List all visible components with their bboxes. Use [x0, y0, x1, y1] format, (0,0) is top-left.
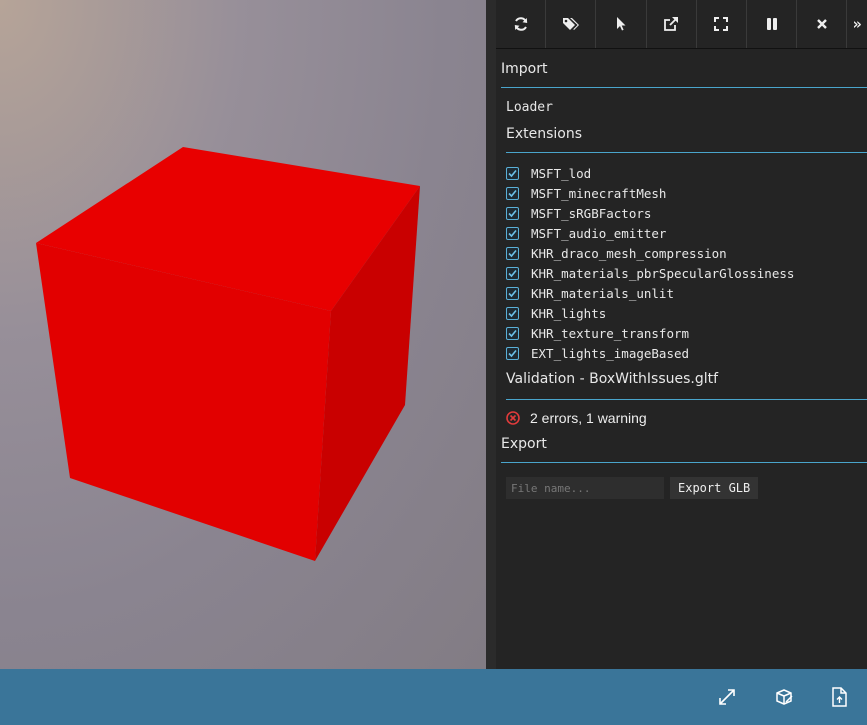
- checkbox[interactable]: [506, 346, 519, 360]
- extension-label: MSFT_lod: [531, 165, 592, 181]
- export-row: Export GLB: [506, 477, 867, 499]
- validation-title: Validation - BoxWithIssues.gltf: [506, 371, 867, 400]
- inspector-toggle-button[interactable]: [770, 683, 798, 711]
- import-section-title: Import: [501, 61, 867, 88]
- extension-label: MSFT_minecraftMesh: [531, 185, 667, 201]
- checkbox[interactable]: [506, 266, 519, 280]
- extension-label: EXT_lights_imageBased: [531, 345, 690, 361]
- extension-label: MSFT_audio_emitter: [531, 225, 667, 241]
- checkbox[interactable]: [506, 166, 519, 180]
- checkbox[interactable]: [506, 326, 519, 340]
- refresh-button[interactable]: [496, 0, 547, 48]
- pause-button[interactable]: [747, 0, 798, 48]
- extension-item[interactable]: KHR_lights: [506, 303, 867, 323]
- extension-label: KHR_texture_transform: [531, 325, 690, 341]
- checkbox[interactable]: [506, 226, 519, 240]
- pause-icon: [766, 18, 777, 30]
- check-icon: [508, 329, 517, 337]
- extension-label: MSFT_sRGBFactors: [531, 205, 652, 221]
- extension-item[interactable]: KHR_materials_pbrSpecularGlossiness: [506, 263, 867, 283]
- tags-icon: [562, 18, 579, 30]
- close-button[interactable]: [797, 0, 848, 48]
- extension-label: KHR_materials_unlit: [531, 285, 674, 301]
- extensions-list: MSFT_lod MSFT_minecraftMesh MSFT_sRGBFac…: [506, 163, 867, 363]
- extension-item[interactable]: MSFT_sRGBFactors: [506, 203, 867, 223]
- extension-item[interactable]: KHR_materials_unlit: [506, 283, 867, 303]
- panel-splitter[interactable]: [486, 0, 496, 669]
- extension-label: KHR_lights: [531, 305, 607, 321]
- extension-item[interactable]: KHR_draco_mesh_compression: [506, 243, 867, 263]
- extension-item[interactable]: MSFT_audio_emitter: [506, 223, 867, 243]
- bottom-toolbar: [0, 669, 867, 725]
- extension-item[interactable]: KHR_texture_transform: [506, 323, 867, 343]
- export-section-title: Export: [501, 436, 867, 463]
- inspector-icon: [776, 689, 793, 705]
- file-name-input[interactable]: [506, 477, 664, 499]
- checkbox[interactable]: [506, 186, 519, 200]
- external-link-icon: [664, 17, 679, 31]
- validation-status[interactable]: 2 errors, 1 warning: [506, 410, 867, 426]
- fullscreen-icon: [714, 17, 729, 31]
- more-button[interactable]: »: [847, 0, 867, 48]
- check-icon: [508, 349, 517, 357]
- validation-status-text: 2 errors, 1 warning: [530, 410, 647, 426]
- popup-button[interactable]: [647, 0, 697, 48]
- check-icon: [508, 169, 517, 177]
- check-icon: [508, 209, 517, 217]
- check-icon: [508, 229, 517, 237]
- cursor-icon: [616, 17, 626, 31]
- extension-label: KHR_materials_pbrSpecularGlossiness: [531, 265, 795, 281]
- extension-item[interactable]: MSFT_minecraftMesh: [506, 183, 867, 203]
- check-icon: [508, 309, 517, 317]
- red-cube: [36, 147, 420, 561]
- fullscreen-expand-button[interactable]: [713, 683, 741, 711]
- fullscreen-button[interactable]: [697, 0, 747, 48]
- checkbox[interactable]: [506, 206, 519, 220]
- tags-button[interactable]: [546, 0, 597, 48]
- error-icon: [506, 411, 520, 425]
- checkbox[interactable]: [506, 246, 519, 260]
- inspector-toolbar: »: [496, 0, 867, 49]
- render-viewport[interactable]: [0, 0, 486, 669]
- checkbox[interactable]: [506, 306, 519, 320]
- check-icon: [508, 189, 517, 197]
- check-icon: [508, 249, 517, 257]
- chevron-right-icon: »: [852, 15, 862, 33]
- extension-item[interactable]: EXT_lights_imageBased: [506, 343, 867, 363]
- file-upload-icon: [832, 687, 847, 707]
- close-icon: [816, 19, 827, 29]
- check-icon: [508, 289, 517, 297]
- export-glb-button[interactable]: Export GLB: [670, 477, 759, 499]
- fullscreen-expand-icon: [719, 689, 735, 705]
- extensions-title: Extensions: [506, 126, 867, 153]
- checkbox[interactable]: [506, 286, 519, 300]
- file-upload-button[interactable]: [825, 683, 853, 711]
- loader-label: Loader: [506, 100, 553, 115]
- check-icon: [508, 269, 517, 277]
- refresh-icon: [514, 17, 527, 31]
- extension-label: KHR_draco_mesh_compression: [531, 245, 727, 261]
- pick-button[interactable]: [596, 0, 647, 48]
- extension-item[interactable]: MSFT_lod: [506, 163, 867, 183]
- inspector-panel: » Import Loader Extensions MSFT_lod MSFT…: [496, 0, 867, 669]
